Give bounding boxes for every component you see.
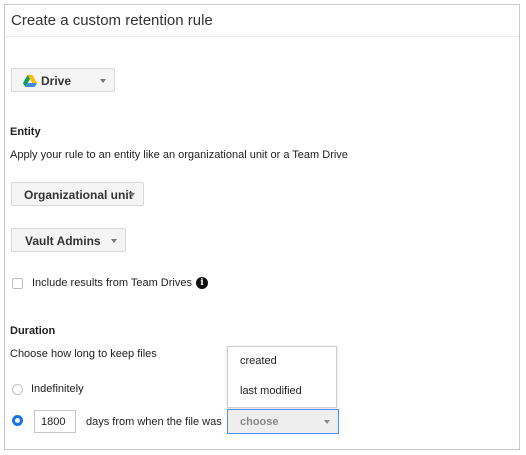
info-icon[interactable]: i xyxy=(196,277,208,289)
dialog-header: Create a custom retention rule xyxy=(5,5,519,37)
date-type-menu: created last modified xyxy=(227,346,337,408)
include-team-drives-label: Include results from Team Drives xyxy=(32,277,192,289)
indefinitely-label: Indefinitely xyxy=(31,383,84,395)
google-drive-icon xyxy=(23,75,37,87)
service-dropdown[interactable]: Drive xyxy=(11,68,115,92)
days-radio[interactable] xyxy=(12,415,23,426)
days-suffix-label: days from when the file was xyxy=(86,416,222,428)
indefinitely-radio[interactable] xyxy=(12,384,23,395)
menu-item-created[interactable]: created xyxy=(240,355,277,367)
entity-heading: Entity xyxy=(10,126,41,138)
org-unit-dropdown-label: Vault Admins xyxy=(25,234,101,248)
service-dropdown-label: Drive xyxy=(41,74,72,88)
page-title: Create a custom retention rule xyxy=(11,12,213,29)
date-type-dropdown-label: choose xyxy=(240,416,279,428)
duration-heading: Duration xyxy=(10,325,56,337)
entity-type-dropdown[interactable]: Organizational unit xyxy=(11,182,144,206)
menu-item-last-modified[interactable]: last modified xyxy=(240,385,302,397)
duration-description: Choose how long to keep files xyxy=(10,348,157,360)
org-unit-dropdown[interactable]: Vault Admins xyxy=(11,228,126,252)
chevron-down-icon xyxy=(111,239,117,243)
entity-type-dropdown-label: Organizational unit xyxy=(24,188,133,202)
date-type-dropdown[interactable]: choose xyxy=(227,409,339,434)
days-input[interactable] xyxy=(34,410,76,433)
entity-description: Apply your rule to an entity like an org… xyxy=(10,149,348,161)
include-team-drives-checkbox[interactable] xyxy=(12,278,23,289)
chevron-down-icon xyxy=(129,193,135,197)
chevron-down-icon xyxy=(324,420,330,424)
chevron-down-icon xyxy=(100,79,106,83)
